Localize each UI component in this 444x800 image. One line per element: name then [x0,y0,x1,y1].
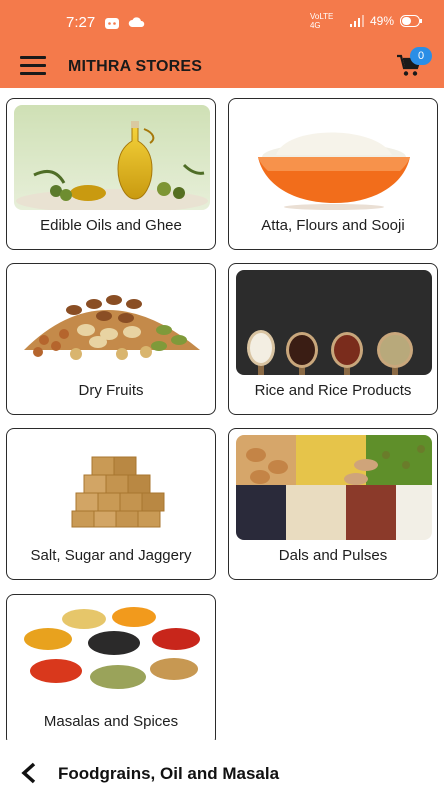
category-label: Edible Oils and Ghee [40,217,182,234]
battery-icon [400,15,422,27]
notification-icons [104,15,146,31]
back-button[interactable] [18,762,40,784]
menu-icon[interactable] [20,56,46,76]
category-card-dry-fruits[interactable]: Dry Fruits [6,263,216,415]
category-card-rice[interactable]: Rice and Rice Products [228,263,438,415]
category-card-masalas-spices[interactable]: Masalas and Spices [6,594,216,746]
category-card-edible-oils[interactable]: Edible Oils and Ghee [6,98,216,250]
jaggery-image [14,435,210,540]
status-time: 7:27 [66,14,96,31]
category-label: Masalas and Spices [43,713,179,730]
cloud-icon [128,17,145,27]
category-label: Salt, Sugar and Jaggery [30,547,192,564]
spices-image [14,601,210,706]
category-card-salt-sugar-jaggery[interactable]: Salt, Sugar and Jaggery [6,428,216,580]
oil-bottle-image [14,105,210,210]
status-bar: 7:27 VoLTE 4G 49% [0,0,444,44]
category-card-atta-flours[interactable]: Atta, Flours and Sooji [228,98,438,250]
toolbar: MITHRA STORES [0,44,444,88]
category-card-dals-pulses[interactable]: Dals and Pulses [228,428,438,580]
battery-percent: 49% [369,14,394,28]
app-notification-icon [105,18,119,29]
app-title: MITHRA STORES [68,58,203,75]
category-label: Dals and Pulses [278,547,388,564]
pulses-image [236,435,432,540]
category-label: Dry Fruits [78,382,144,399]
network-label: VoLTE 4G [309,12,334,30]
section-title: Foodgrains, Oil and Masala [58,764,280,783]
status-right: VoLTE 4G 49% [310,12,422,30]
flour-bowl-image [236,105,432,210]
chevron-left-icon [21,762,36,784]
category-label: Rice and Rice Products [254,382,412,399]
category-label: Atta, Flours and Sooji [261,217,405,234]
bottom-bar: Foodgrains, Oil and Masala [0,740,444,800]
app-header: 7:27 VoLTE 4G 49% MITHRA STORES 0 [0,0,444,88]
cart-count-badge: 0 [410,47,432,65]
dry-fruits-image [14,270,210,375]
signal-icon [349,15,364,27]
rice-spoons-image [236,270,432,375]
